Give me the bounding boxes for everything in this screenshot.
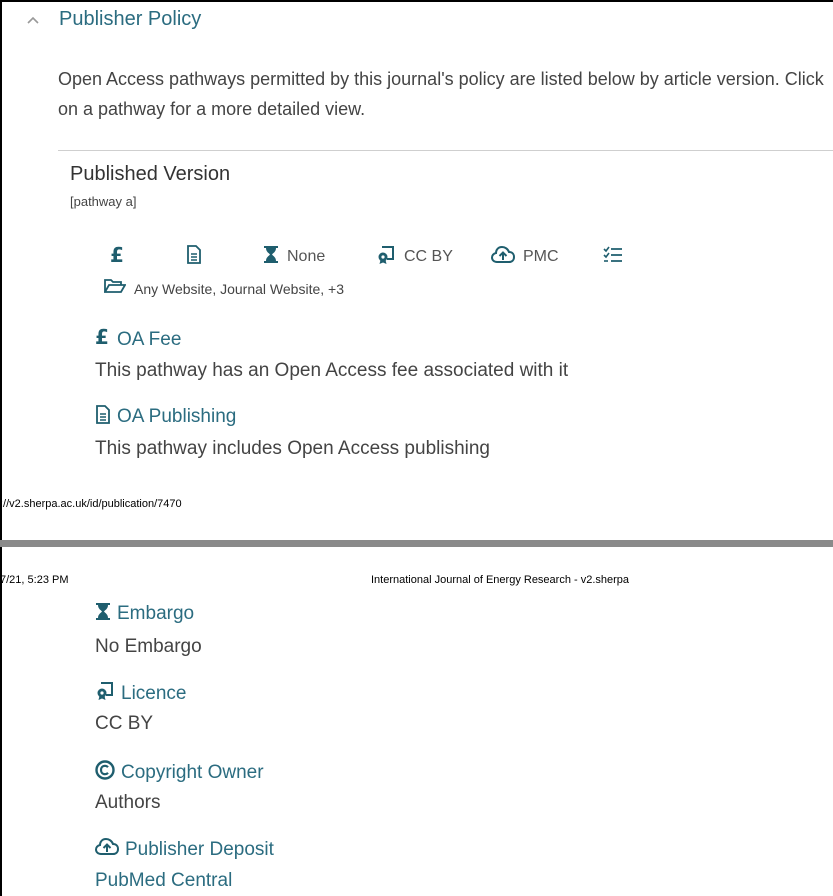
pubmed-central-link[interactable]: PubMed Central <box>95 870 232 892</box>
hourglass-icon <box>263 245 279 269</box>
print-title: International Journal of Energy Research… <box>371 574 630 586</box>
intro-text: Open Access pathways permitted by this j… <box>58 69 824 119</box>
cloud-upload-icon <box>490 245 516 269</box>
pathway-summary-row[interactable]: £ None CC BY PMC <box>0 243 833 270</box>
feature-title: Licence <box>121 682 187 704</box>
feature-desc: This pathway includes Open Access publis… <box>95 438 491 459</box>
frame-left-border <box>0 0 2 896</box>
feature-desc: No Embargo <box>95 636 202 657</box>
version-title[interactable]: Published Version <box>70 163 230 186</box>
deposit-summary: PMC <box>490 244 559 270</box>
feature-title: OA Fee <box>117 328 182 350</box>
publisher-policy-header[interactable]: Publisher Policy <box>24 8 201 31</box>
feature-title: OA Publishing <box>117 406 237 427</box>
divider <box>58 150 833 151</box>
folder-open-icon <box>103 278 127 299</box>
svg-text:£: £ <box>95 327 109 347</box>
document-icon <box>95 405 111 429</box>
feature-desc: Authors <box>95 792 161 813</box>
oa-fee-summary: £ <box>109 243 127 270</box>
pathway-label: [pathway a] <box>70 194 137 209</box>
pound-icon: £ <box>95 325 111 352</box>
feature-publisher-deposit: Publisher Deposit <box>94 837 274 861</box>
cloud-upload-icon <box>94 837 120 861</box>
feature-title: Publisher Deposit <box>125 838 274 860</box>
svg-text:£: £ <box>110 245 124 265</box>
hourglass-icon <box>95 602 111 626</box>
licence-summary: CC BY <box>376 244 453 270</box>
frame-top-border <box>0 0 833 2</box>
feature-licence: Licence <box>95 681 187 706</box>
embargo-summary: None <box>263 244 325 270</box>
page-break <box>0 540 833 547</box>
feature-embargo: Embargo <box>95 602 194 626</box>
document-icon <box>186 245 202 269</box>
licence-icon <box>95 681 115 706</box>
feature-desc: This pathway has an Open Access fee asso… <box>95 360 569 381</box>
oa-publishing-summary <box>186 244 202 270</box>
pound-icon: £ <box>109 243 127 270</box>
feature-oa-publishing: OA Publishing <box>95 405 236 429</box>
feature-desc: CC BY <box>95 713 154 734</box>
locations-text: Any Website, Journal Website, +3 <box>134 280 344 297</box>
section-title[interactable]: Publisher Policy <box>59 8 201 31</box>
licence-icon <box>376 245 396 270</box>
embargo-summary-label: None <box>287 248 326 265</box>
feature-title: Copyright Owner <box>121 761 264 783</box>
feature-oa-fee: £ OA Fee <box>95 325 182 352</box>
locations-summary: Any Website, Journal Website, +3 <box>103 278 344 299</box>
copyright-icon <box>95 760 115 785</box>
feature-copyright-owner: Copyright Owner <box>95 760 264 785</box>
checklist-icon <box>603 246 623 269</box>
print-date: 7/21, 5:23 PM <box>0 574 69 586</box>
licence-summary-label: CC BY <box>404 248 453 265</box>
feature-title: Embargo <box>117 603 195 624</box>
chevron-up-icon[interactable] <box>24 11 42 29</box>
conditions-summary <box>603 244 623 270</box>
deposit-summary-label: PMC <box>523 248 559 265</box>
print-url: ://v2.sherpa.ac.uk/id/publication/7470 <box>0 498 182 510</box>
